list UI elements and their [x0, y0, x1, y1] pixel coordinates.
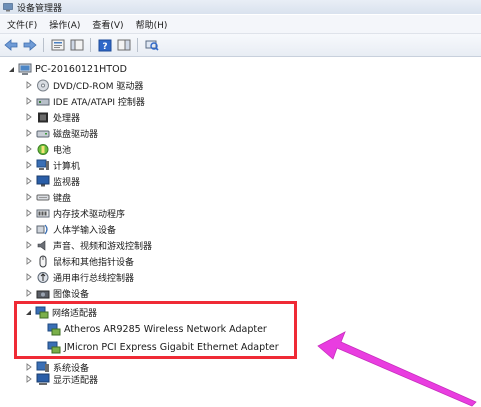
- tree-item-computer[interactable]: 计算机: [25, 157, 80, 173]
- tree-item-monitor[interactable]: 监视器: [25, 173, 80, 189]
- tree-item-label: IDE ATA/ATAPI 控制器: [53, 97, 145, 108]
- toolbar-separator: [90, 38, 91, 52]
- tree-item-hid[interactable]: 人体学输入设备: [25, 221, 116, 237]
- speaker-icon: [36, 239, 50, 252]
- tree-item-memory-tech[interactable]: 内存技术驱动程序: [25, 205, 125, 221]
- expand-triangle-icon[interactable]: [25, 129, 33, 137]
- tree-item-label: 图像设备: [53, 289, 90, 300]
- expand-triangle-icon[interactable]: [25, 97, 33, 105]
- expand-triangle-icon[interactable]: [25, 145, 33, 153]
- tree-item-usb[interactable]: 通用串行总线控制器: [25, 269, 134, 285]
- tree-item-label: 键盘: [53, 193, 72, 204]
- expand-triangle-icon[interactable]: [25, 289, 33, 297]
- tree-item-label: 监视器: [53, 177, 81, 188]
- expand-triangle-icon[interactable]: [25, 161, 33, 169]
- tree-item-label: 内存技术驱动程序: [53, 209, 126, 220]
- keyboard-icon: [36, 191, 50, 204]
- tree-item-ide[interactable]: IDE ATA/ATAPI 控制器: [25, 93, 145, 109]
- expand-triangle-icon[interactable]: [25, 209, 33, 217]
- expand-triangle-icon[interactable]: [25, 81, 33, 89]
- dvd-drive-icon: [36, 79, 50, 92]
- tree-item-label: 显示适配器: [53, 375, 99, 386]
- action-pane-button[interactable]: [116, 37, 132, 53]
- forward-button[interactable]: [22, 37, 38, 53]
- properties-button[interactable]: [50, 37, 66, 53]
- menu-file[interactable]: 文件(F): [0, 18, 43, 31]
- expand-triangle-icon[interactable]: [25, 225, 33, 233]
- battery-icon: [36, 143, 50, 156]
- expand-triangle-icon[interactable]: [25, 113, 33, 121]
- tree-root[interactable]: PC-20160121HTOD: [7, 61, 127, 77]
- device-manager-icon: [3, 2, 13, 11]
- menu-view[interactable]: 查看(V): [86, 18, 129, 31]
- menu-bar: 文件(F) 操作(A) 查看(V) 帮助(H): [0, 15, 481, 34]
- expand-triangle-icon[interactable]: [25, 257, 33, 265]
- pointer-arrow-icon: [317, 331, 477, 407]
- svg-text:?: ?: [102, 42, 107, 52]
- tree-item-disk[interactable]: 磁盘驱动器: [25, 125, 98, 141]
- tree-item-label: 鼠标和其他指针设备: [53, 257, 135, 268]
- window-title: 设备管理器: [17, 3, 63, 14]
- tree-item-processor[interactable]: 处理器: [25, 109, 80, 125]
- tree-item-label: 磁盘驱动器: [53, 129, 99, 140]
- console-tree-icon: [70, 39, 84, 51]
- mouse-icon: [36, 255, 50, 268]
- toolbar: ?: [0, 34, 481, 57]
- scan-hardware-button[interactable]: [144, 37, 160, 53]
- ide-controller-icon: [36, 95, 50, 108]
- expand-triangle-icon[interactable]: [25, 273, 33, 281]
- tree-item-label: 电池: [53, 145, 72, 156]
- help-button[interactable]: ?: [97, 37, 113, 53]
- expand-triangle-icon[interactable]: [25, 375, 33, 383]
- computer-icon: [18, 63, 32, 76]
- hid-icon: [36, 223, 50, 236]
- expand-triangle-icon[interactable]: [25, 177, 33, 185]
- tree-item-keyboard[interactable]: 键盘: [25, 189, 71, 205]
- disk-drive-icon: [36, 127, 50, 140]
- camera-icon: [36, 287, 50, 300]
- tree-item-display[interactable]: 显示适配器: [25, 371, 98, 387]
- back-button[interactable]: [3, 37, 19, 53]
- memory-card-icon: [36, 207, 50, 220]
- help-icon: ?: [98, 39, 112, 52]
- computer-name: PC-20160121HTOD: [35, 63, 127, 75]
- properties-icon: [51, 39, 65, 51]
- console-tree-button[interactable]: [69, 37, 85, 53]
- highlight-box: [14, 301, 297, 359]
- menu-action[interactable]: 操作(A): [43, 18, 86, 31]
- toolbar-separator: [137, 38, 138, 52]
- tree-item-label: 通用串行总线控制器: [53, 273, 135, 284]
- title-bar: 设备管理器: [0, 0, 481, 14]
- tree-item-mouse[interactable]: 鼠标和其他指针设备: [25, 253, 134, 269]
- tree-item-battery[interactable]: 电池: [25, 141, 71, 157]
- back-arrow-icon: [4, 39, 18, 51]
- tree-item-label: DVD/CD-ROM 驱动器: [53, 81, 144, 92]
- menu-help[interactable]: 帮助(H): [130, 18, 174, 31]
- collapse-triangle-icon[interactable]: [7, 65, 15, 73]
- tree-item-label: 人体学输入设备: [53, 225, 117, 236]
- forward-arrow-icon: [23, 39, 37, 51]
- usb-controller-icon: [36, 271, 50, 284]
- tree-item-label: 计算机: [53, 161, 81, 172]
- tree-item-label: 声音、视频和游戏控制器: [53, 241, 153, 252]
- action-pane-icon: [117, 39, 131, 51]
- processor-icon: [36, 111, 50, 124]
- tree-item-dvd[interactable]: DVD/CD-ROM 驱动器: [25, 77, 143, 93]
- expand-triangle-icon[interactable]: [25, 193, 33, 201]
- display-adapter-icon: [36, 373, 50, 386]
- scan-hardware-icon: [145, 40, 159, 51]
- tree-item-sound[interactable]: 声音、视频和游戏控制器: [25, 237, 152, 253]
- expand-triangle-icon[interactable]: [25, 363, 33, 371]
- expand-triangle-icon[interactable]: [25, 241, 33, 249]
- toolbar-separator: [43, 38, 44, 52]
- computer-icon: [36, 159, 50, 172]
- monitor-icon: [36, 175, 50, 188]
- tree-item-imaging[interactable]: 图像设备: [25, 285, 89, 301]
- tree-item-label: 处理器: [53, 113, 81, 124]
